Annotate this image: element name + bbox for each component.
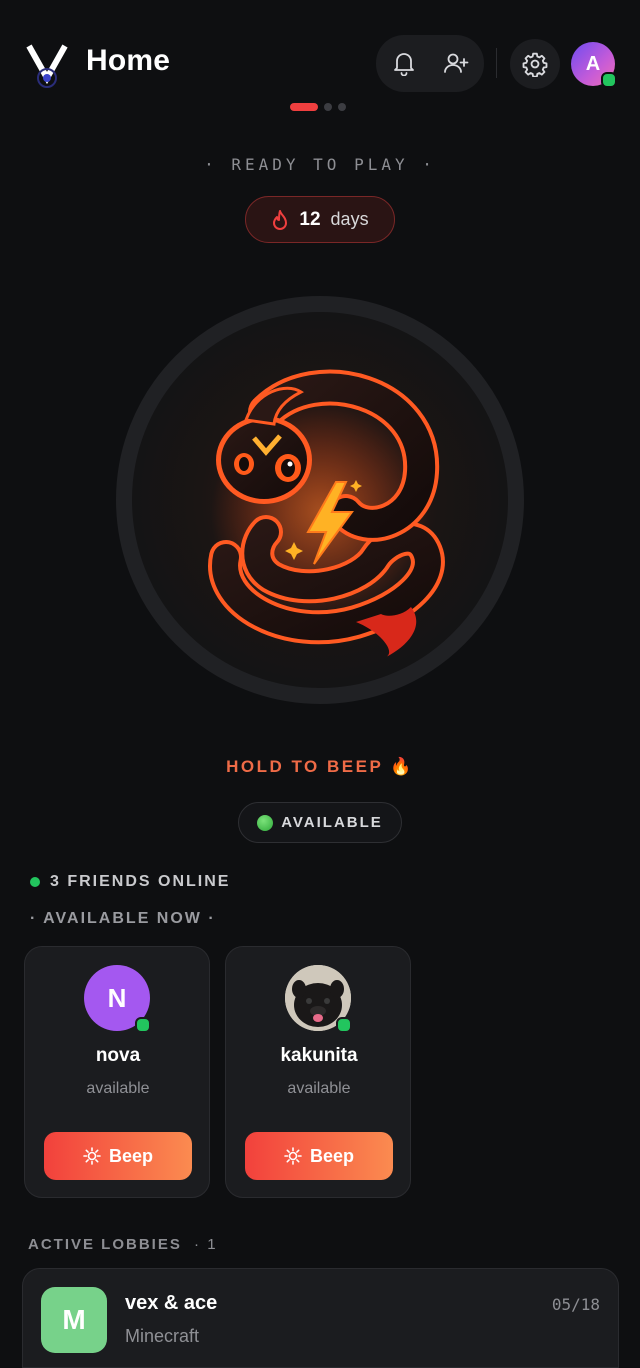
friend-avatar-initial: N bbox=[107, 982, 127, 1013]
beep-button[interactable]: Beep bbox=[245, 1132, 393, 1180]
lobby-game-icon: M bbox=[41, 1287, 107, 1353]
active-lobbies-count: · 1 bbox=[194, 1236, 218, 1253]
lobby-date: 05/18 bbox=[551, 1295, 600, 1314]
streak-unit: days bbox=[330, 209, 369, 229]
lobby-card[interactable] bbox=[22, 1268, 619, 1368]
snake-mascot-image bbox=[196, 352, 446, 662]
online-status-dot bbox=[601, 72, 617, 88]
gear-icon bbox=[522, 52, 548, 77]
page-dot-active[interactable] bbox=[290, 103, 318, 111]
lobby-name: vex & ace bbox=[125, 1292, 218, 1314]
lobby-game-initial: M bbox=[62, 1304, 86, 1335]
settings-button[interactable] bbox=[510, 39, 560, 89]
bell-icon[interactable] bbox=[384, 43, 424, 83]
add-user-icon[interactable] bbox=[436, 43, 476, 83]
beep-label: Beep bbox=[309, 1145, 354, 1166]
ready-to-play-label: · READY TO PLAY · bbox=[204, 155, 436, 174]
green-circle-icon bbox=[257, 814, 274, 831]
friends-online-label: 3 FRIENDS ONLINE bbox=[50, 873, 231, 890]
avatar-initial: A bbox=[585, 52, 601, 75]
page-indicator bbox=[290, 102, 346, 112]
header-divider bbox=[496, 48, 497, 78]
friend-card[interactable]: N nova available Beep bbox=[24, 946, 210, 1198]
beep-button[interactable]: Beep bbox=[44, 1132, 192, 1180]
sun-icon bbox=[83, 1147, 101, 1165]
page-dot[interactable] bbox=[338, 103, 346, 111]
flame-icon bbox=[273, 209, 288, 230]
page-dot[interactable] bbox=[324, 103, 332, 111]
friend-name: kakunita bbox=[280, 1045, 358, 1066]
lobby-game: Minecraft bbox=[125, 1326, 200, 1346]
streak-count: 12 bbox=[299, 208, 321, 230]
availability-label: AVAILABLE bbox=[281, 814, 383, 831]
streak-badge: 12 days bbox=[245, 196, 395, 243]
available-now-label: · AVAILABLE NOW · bbox=[30, 910, 216, 927]
friend-online-dot bbox=[336, 1017, 352, 1033]
availability-toggle[interactable]: AVAILABLE bbox=[238, 802, 402, 843]
hold-to-beep-label: HOLD TO BEEP 🔥 bbox=[226, 757, 414, 776]
active-lobbies-header: ACTIVE LOBBIES · 1 bbox=[28, 1236, 218, 1253]
friend-status: available bbox=[86, 1080, 150, 1097]
friend-card[interactable]: kakunita available Beep bbox=[225, 946, 411, 1198]
friends-online-header: 3 FRIENDS ONLINE bbox=[30, 873, 230, 891]
page-title: Home bbox=[86, 44, 171, 77]
app-logo bbox=[26, 42, 68, 88]
online-dot bbox=[30, 877, 40, 887]
beep-label: Beep bbox=[108, 1145, 153, 1166]
active-lobbies-label: ACTIVE LOBBIES bbox=[28, 1236, 182, 1253]
friend-status: available bbox=[287, 1080, 351, 1097]
friend-name: nova bbox=[95, 1045, 141, 1066]
friend-online-dot bbox=[135, 1017, 151, 1033]
sun-icon bbox=[284, 1147, 302, 1165]
